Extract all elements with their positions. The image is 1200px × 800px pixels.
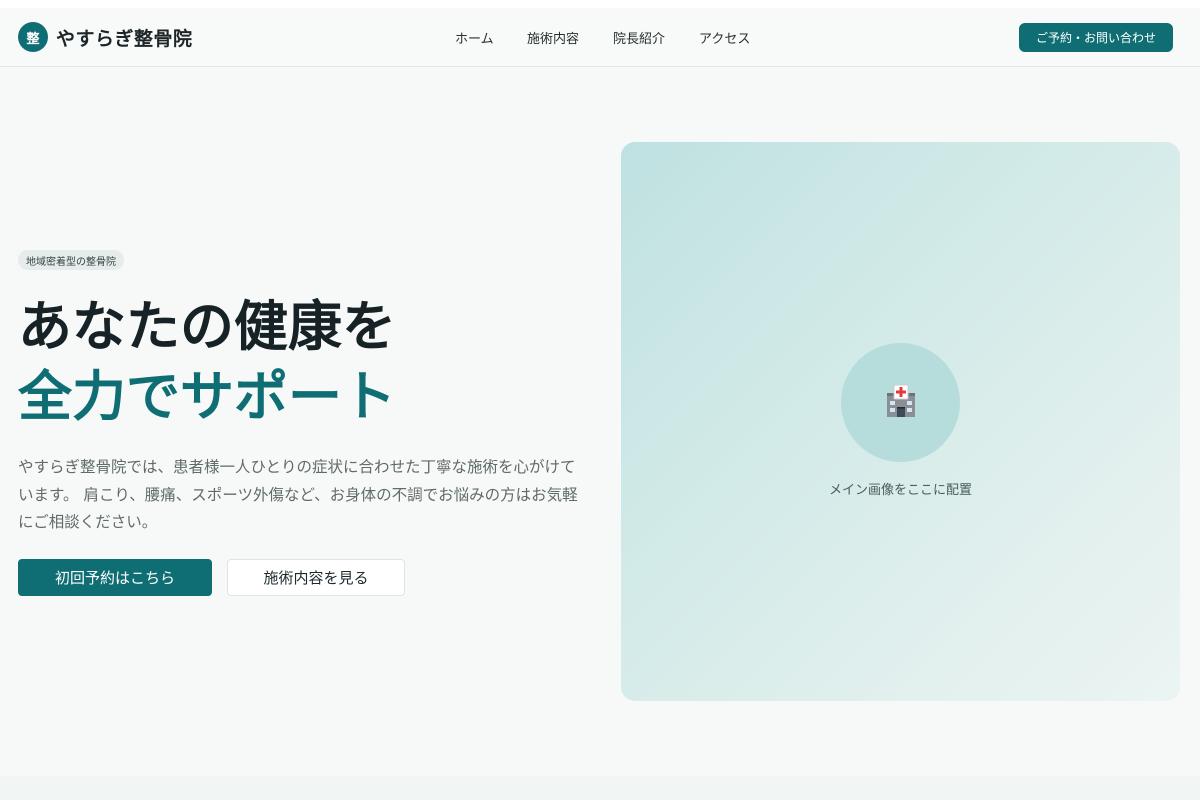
first-reservation-button[interactable]: 初回予約はこちら bbox=[18, 559, 212, 596]
nav-item-director[interactable]: 院長紹介 bbox=[613, 28, 665, 47]
hero-headline-line1: あなたの健康を bbox=[18, 295, 396, 358]
reservation-contact-button[interactable]: ご予約・お問い合わせ bbox=[1019, 23, 1173, 52]
image-placeholder-caption: メイン画像をここに配置 bbox=[828, 483, 972, 498]
site-header: 整 やすらぎ整骨院 ホーム 施術内容 院長紹介 アクセス ご予約・お問い合わせ bbox=[0, 8, 1200, 67]
nav-item-home[interactable]: ホーム bbox=[455, 28, 494, 47]
nav-item-access[interactable]: アクセス bbox=[699, 28, 750, 47]
main-image-placeholder: メイン画像をここに配置 bbox=[621, 142, 1180, 701]
hero-headline-line2: 全力でサポート bbox=[18, 365, 396, 428]
hero-tag: 地域密着型の整骨院 bbox=[18, 250, 124, 270]
image-icon-circle bbox=[841, 343, 960, 462]
hero-headline: あなたの健康を 全力でサポート bbox=[18, 292, 396, 432]
hospital-icon bbox=[883, 383, 919, 423]
hero-description: やすらぎ整骨院では、患者様一人ひとりの症状に合わせた丁寧な施術を心がけています。… bbox=[18, 458, 578, 531]
view-services-button[interactable]: 施術内容を見る bbox=[227, 559, 405, 596]
next-section-edge bbox=[0, 776, 1200, 800]
page: 整 やすらぎ整骨院 ホーム 施術内容 院長紹介 アクセス ご予約・お問い合わせ … bbox=[0, 8, 1200, 800]
nav-item-services[interactable]: 施術内容 bbox=[527, 28, 579, 47]
